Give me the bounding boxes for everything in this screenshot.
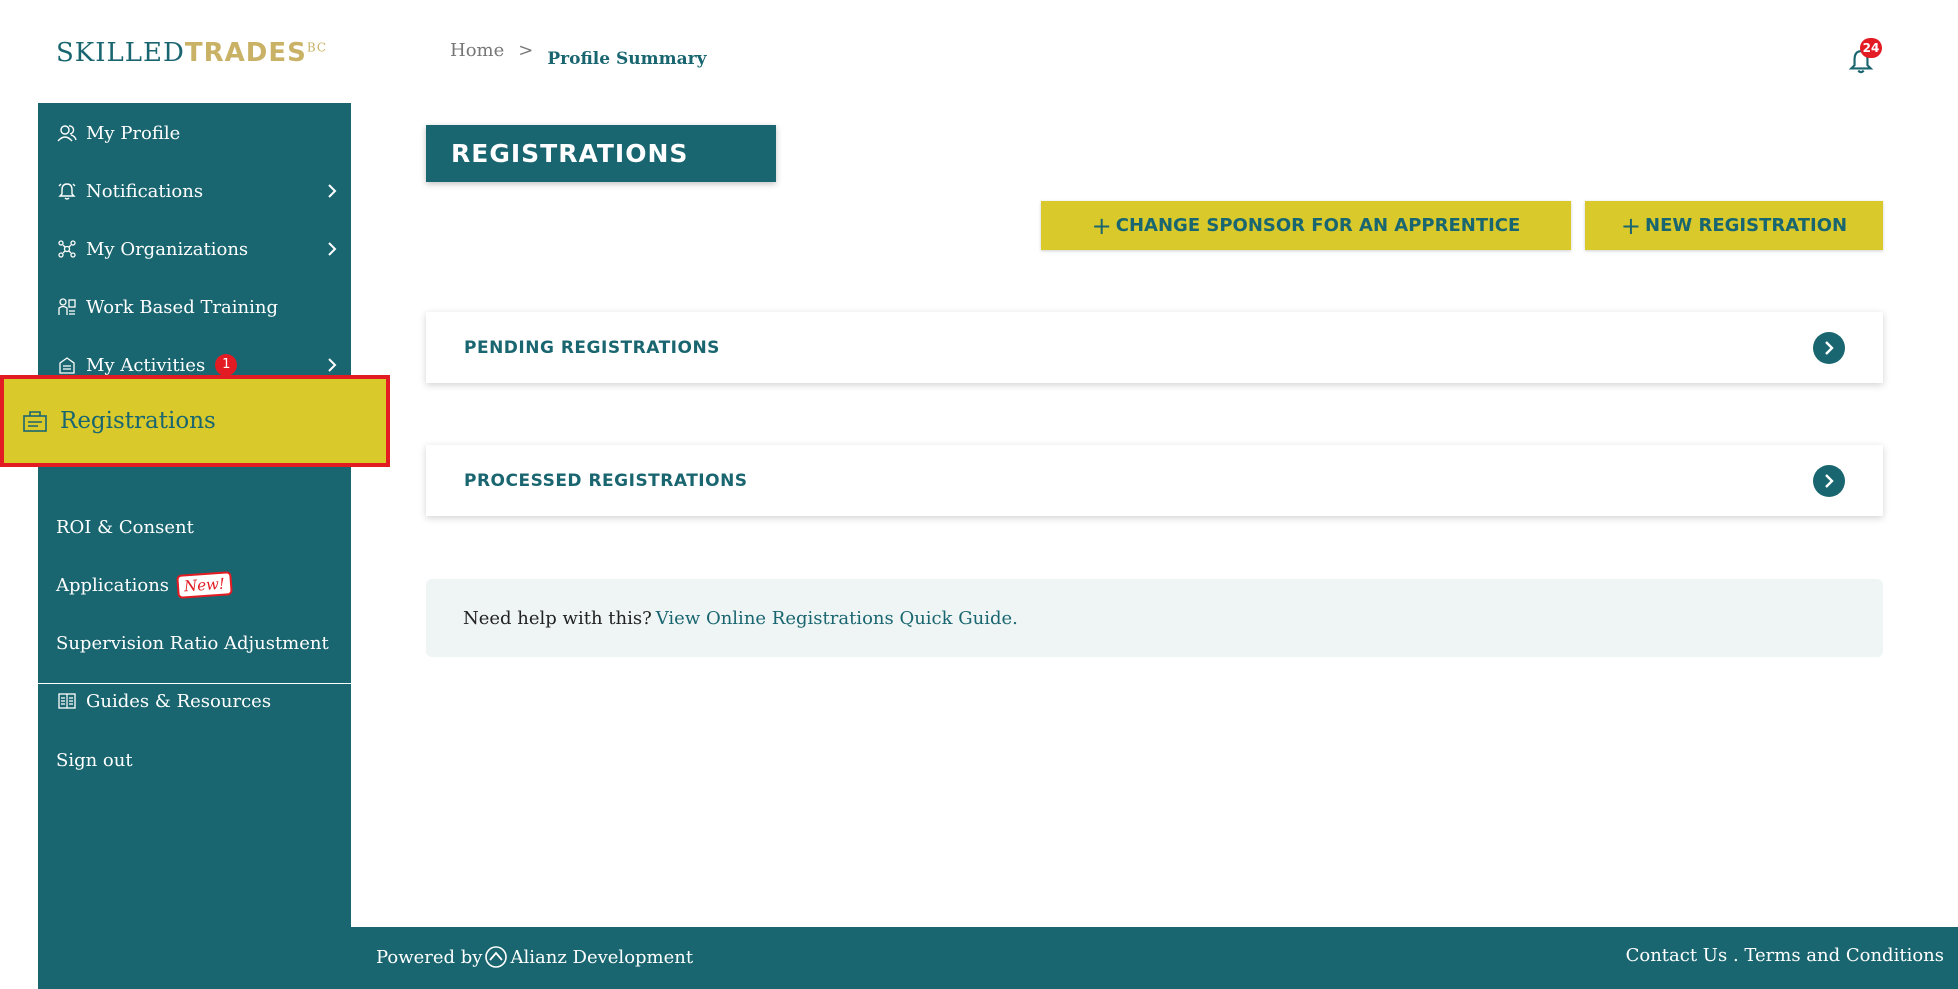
sidebar-item-label: My Activities <box>86 354 206 376</box>
sidebar-item-supervision-ratio[interactable]: Supervision Ratio Adjustment <box>38 617 351 669</box>
sidebar: My Profile Notifications My Organization… <box>38 103 351 989</box>
company-name[interactable]: Alianz Development <box>510 947 693 968</box>
network-icon <box>56 238 78 260</box>
sidebar-item-label: Notifications <box>86 180 204 202</box>
terms-link[interactable]: Terms and Conditions <box>1744 945 1944 966</box>
help-text: Need help with this? <box>463 607 652 629</box>
logo-suffix: BC <box>306 40 328 55</box>
training-icon <box>56 296 78 318</box>
breadcrumb-current: Profile Summary <box>547 49 707 69</box>
logo-word-skilled: SKILLED <box>56 38 185 68</box>
sidebar-item-label: Supervision Ratio Adjustment <box>56 632 329 654</box>
sidebar-item-label: Applications <box>56 574 170 596</box>
contact-us-link[interactable]: Contact Us <box>1626 945 1728 966</box>
sidebar-item-label: My Profile <box>86 122 181 144</box>
breadcrumb: Home > Profile Summary <box>450 40 706 69</box>
bell-icon <box>56 180 78 202</box>
new-badge: New! <box>176 571 233 599</box>
sidebar-item-my-profile[interactable]: My Profile <box>38 107 351 159</box>
sidebar-item-label: ROI & Consent <box>56 516 194 538</box>
sidebar-item-label: Registrations <box>60 408 216 434</box>
breadcrumb-home[interactable]: Home <box>450 40 504 61</box>
activities-icon <box>56 354 78 376</box>
processed-registrations-panel[interactable]: PROCESSED REGISTRATIONS <box>426 445 1883 516</box>
sidebar-item-applications[interactable]: Applications New! <box>38 559 351 611</box>
breadcrumb-separator: > <box>518 40 534 61</box>
sidebar-item-label: Guides & Resources <box>86 690 272 712</box>
footer-links: Contact Us . Terms and Conditions <box>1626 945 1944 966</box>
user-icon <box>56 122 78 144</box>
plus-icon: + <box>1620 211 1641 240</box>
powered-by-label: Powered by <box>376 946 483 968</box>
chevron-right-icon <box>328 184 337 198</box>
activities-count-badge: 1 <box>215 354 238 376</box>
logo-word-trades: TRADES <box>184 38 307 68</box>
change-sponsor-button[interactable]: + CHANGE SPONSOR FOR AN APPRENTICE <box>1041 201 1571 250</box>
sidebar-item-label: Work Based Training <box>86 296 279 318</box>
page-title: REGISTRATIONS <box>426 125 776 182</box>
pending-registrations-panel[interactable]: PENDING REGISTRATIONS <box>426 312 1883 383</box>
powered-by: Powered by Alianz Development <box>376 945 693 969</box>
plus-icon: + <box>1091 211 1112 240</box>
chevron-right-icon <box>328 358 337 372</box>
sidebar-item-registrations[interactable]: Registrations <box>0 375 390 467</box>
quick-guide-link[interactable]: View Online Registrations Quick Guide. <box>656 608 1018 629</box>
chevron-right-circle-icon[interactable] <box>1813 465 1845 497</box>
new-registration-button[interactable]: + NEW REGISTRATION <box>1585 201 1883 250</box>
sidebar-item-label: Sign out <box>56 749 133 771</box>
notification-count-badge: 24 <box>1860 38 1882 58</box>
footer-separator: . <box>1727 945 1745 966</box>
processed-registrations-title: PROCESSED REGISTRATIONS <box>464 470 748 491</box>
alianz-logo-icon <box>485 946 508 968</box>
sidebar-item-my-organizations[interactable]: My Organizations <box>38 223 351 275</box>
book-icon <box>56 690 78 712</box>
sidebar-item-label: My Organizations <box>86 238 249 260</box>
sidebar-item-work-based-training[interactable]: Work Based Training <box>38 281 351 333</box>
chevron-right-icon <box>328 242 337 256</box>
new-registration-label: NEW REGISTRATION <box>1645 215 1848 236</box>
pending-registrations-title: PENDING REGISTRATIONS <box>464 337 720 358</box>
sidebar-item-sign-out[interactable]: Sign out <box>38 734 351 786</box>
chevron-right-circle-icon[interactable] <box>1813 332 1845 364</box>
app-logo[interactable]: SKILLEDTRADESBC <box>56 38 327 68</box>
sidebar-item-roi-consent[interactable]: ROI & Consent <box>38 501 351 553</box>
help-banner: Need help with this? View Online Registr… <box>426 579 1883 657</box>
footer: Powered by Alianz Development Contact Us… <box>351 927 1958 989</box>
change-sponsor-label: CHANGE SPONSOR FOR AN APPRENTICE <box>1115 215 1521 236</box>
sidebar-item-notifications[interactable]: Notifications <box>38 165 351 217</box>
sidebar-divider <box>38 683 351 684</box>
registrations-icon <box>20 406 50 436</box>
